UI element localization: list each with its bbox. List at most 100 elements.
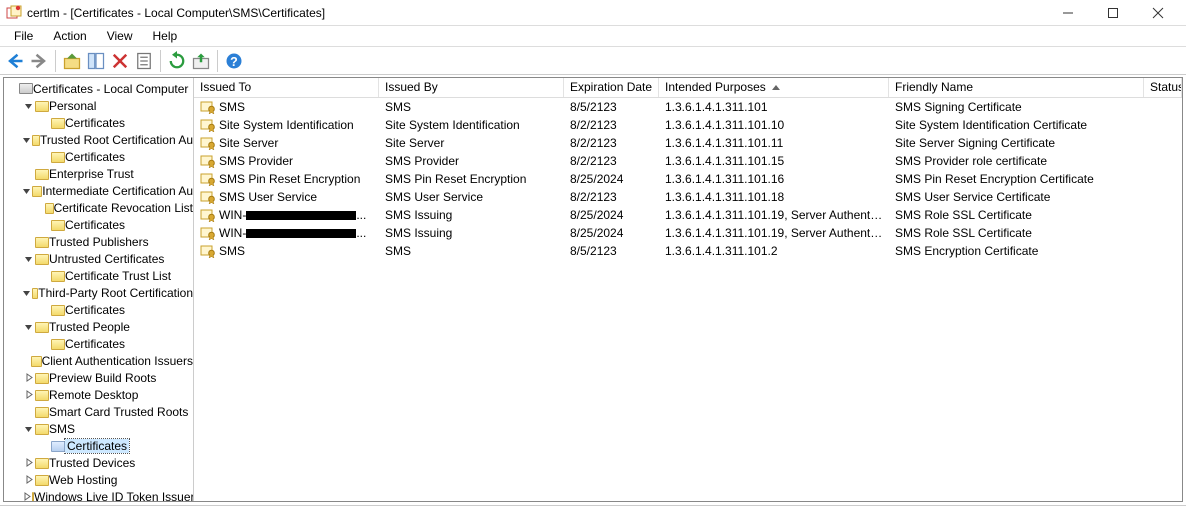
chevron-down-icon[interactable] [22,321,34,333]
tree-node-label: Certificate Revocation List [54,201,193,215]
table-row[interactable]: SMS User ServiceSMS User Service8/2/2123… [194,188,1182,206]
menu-help[interactable]: Help [143,27,188,45]
menu-file[interactable]: File [4,27,43,45]
table-row[interactable]: WIN-...SMS Issuing8/25/20241.3.6.1.4.1.3… [194,224,1182,242]
tree-node[interactable]: Third-Party Root Certification [4,284,193,301]
table-row[interactable]: Site ServerSite Server8/2/21231.3.6.1.4.… [194,134,1182,152]
tree-node[interactable]: Intermediate Certification Au [4,182,193,199]
tree-node-label: Trusted Devices [49,456,135,470]
chevron-right-icon[interactable] [22,372,34,384]
cell-issued-by: Site System Identification [379,118,564,132]
column-header[interactable]: Issued By [379,78,564,97]
table-row[interactable]: Site System IdentificationSite System Id… [194,116,1182,134]
maximize-button[interactable] [1090,0,1135,25]
table-row[interactable]: SMS ProviderSMS Provider8/2/21231.3.6.1.… [194,152,1182,170]
chevron-down-icon[interactable] [22,253,34,265]
tree-node[interactable]: Certificates [4,335,193,352]
chevron-down-icon[interactable] [22,134,31,146]
tree-node-label: Certificates - Local Computer [33,82,188,96]
show-hide-tree-button[interactable] [85,50,107,72]
tree-node[interactable]: Remote Desktop [4,386,193,403]
tree-node[interactable]: Client Authentication Issuers [4,352,193,369]
minimize-button[interactable] [1045,0,1090,25]
chevron-down-icon[interactable] [22,100,34,112]
tree-node[interactable]: Certificates [4,301,193,318]
tree-node-label: Personal [49,99,96,113]
cell-purpose: 1.3.6.1.4.1.311.101.19, Server Authentic… [659,208,889,222]
cell-purpose: 1.3.6.1.4.1.311.101 [659,100,889,114]
column-header[interactable]: Status [1144,78,1182,97]
cell-issued-by: SMS Pin Reset Encryption [379,172,564,186]
chevron-right-icon[interactable] [22,389,34,401]
tree-node[interactable]: Certificate Trust List [4,267,193,284]
list-rows[interactable]: SMSSMS8/5/21231.3.6.1.4.1.311.101SMS Sig… [194,98,1182,501]
close-button[interactable] [1135,0,1180,25]
cell-issued-to: SMS Pin Reset Encryption [194,172,379,187]
column-header[interactable]: Friendly Name [889,78,1144,97]
tree-node[interactable]: Enterprise Trust [4,165,193,182]
chevron-right-icon[interactable] [22,457,34,469]
folder-icon [31,356,41,367]
folder-icon [35,458,49,469]
export-button[interactable] [190,50,212,72]
tree-pane[interactable]: Certificates - Local ComputerPersonalCer… [4,78,194,501]
tree-node[interactable]: Trusted Root Certification Au [4,131,193,148]
folder-icon [35,475,49,486]
properties-button[interactable] [133,50,155,72]
table-row[interactable]: WIN-...SMS Issuing8/25/20241.3.6.1.4.1.3… [194,206,1182,224]
tree-node-label: Certificates [65,303,125,317]
table-row[interactable]: SMSSMS8/5/21231.3.6.1.4.1.311.101.2SMS E… [194,242,1182,260]
column-header[interactable]: Issued To [194,78,379,97]
table-row[interactable]: SMS Pin Reset EncryptionSMS Pin Reset En… [194,170,1182,188]
chevron-down-icon[interactable] [22,185,31,197]
table-row[interactable]: SMSSMS8/5/21231.3.6.1.4.1.311.101SMS Sig… [194,98,1182,116]
forward-button[interactable] [28,50,50,72]
menu-view[interactable]: View [97,27,143,45]
tree-node[interactable]: SMS [4,420,193,437]
up-button[interactable] [61,50,83,72]
folder-icon [32,492,34,501]
tree-node[interactable]: Certificates [4,148,193,165]
tree-node[interactable]: Preview Build Roots [4,369,193,386]
tree-node[interactable]: Certificates [4,437,193,454]
twisty-spacer [38,117,50,129]
tree-node[interactable]: Personal [4,97,193,114]
folder-icon [35,322,49,333]
chevron-right-icon[interactable] [22,474,34,486]
tree-node[interactable]: Certificates [4,114,193,131]
twisty-spacer [22,406,34,418]
column-header[interactable]: Expiration Date [564,78,659,97]
folder-icon [32,135,40,146]
cell-issued-by: SMS User Service [379,190,564,204]
certificate-icon [200,208,216,222]
cell-purpose: 1.3.6.1.4.1.311.101.18 [659,190,889,204]
help-button[interactable]: ? [223,50,245,72]
twisty-spacer [38,270,50,282]
twisty-spacer [38,202,44,214]
back-button[interactable] [4,50,26,72]
cell-issued-to: WIN-... [194,208,379,223]
cell-friendly-name: SMS Role SSL Certificate [889,226,1144,240]
delete-button[interactable] [109,50,131,72]
tree-node[interactable]: Certificates - Local Computer [4,80,193,97]
tree-node[interactable]: Trusted People [4,318,193,335]
tree-node-label: Trusted Root Certification Au [40,133,193,147]
menu-action[interactable]: Action [43,27,96,45]
chevron-down-icon[interactable] [22,423,34,435]
chevron-down-icon[interactable] [22,287,31,299]
column-header[interactable]: Intended Purposes [659,78,889,97]
cell-issued-to: WIN-... [194,226,379,241]
tree-node[interactable]: Windows Live ID Token Issuer [4,488,193,501]
cell-issued-by: SMS [379,100,564,114]
tree-node[interactable]: Untrusted Certificates [4,250,193,267]
refresh-button[interactable] [166,50,188,72]
tree-node[interactable]: Certificates [4,216,193,233]
tree-node[interactable]: Certificate Revocation List [4,199,193,216]
tree-node[interactable]: Trusted Publishers [4,233,193,250]
folder-icon [35,101,49,112]
tree-node[interactable]: Smart Card Trusted Roots [4,403,193,420]
chevron-right-icon[interactable] [22,491,31,502]
folder-icon [45,203,53,214]
tree-node[interactable]: Web Hosting [4,471,193,488]
tree-node[interactable]: Trusted Devices [4,454,193,471]
